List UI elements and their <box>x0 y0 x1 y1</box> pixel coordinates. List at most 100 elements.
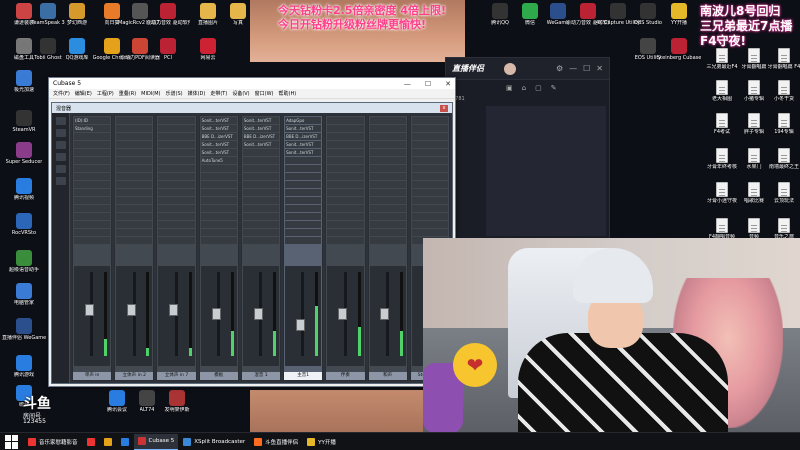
tool-icon[interactable]: ✎ <box>551 84 557 92</box>
insert-slot[interactable]: AutoTune5 <box>200 157 237 164</box>
mixer-tool-button[interactable] <box>55 177 66 185</box>
send-slot[interactable] <box>200 165 237 172</box>
send-slot[interactable] <box>369 213 406 220</box>
insert-slot[interactable] <box>116 157 153 164</box>
desktop-left-icon-5[interactable]: 原动力音效 驱动软件 <box>146 3 190 26</box>
insert-slot[interactable] <box>411 117 448 124</box>
send-slot[interactable] <box>74 229 111 236</box>
send-slot[interactable] <box>74 197 111 204</box>
avatar[interactable] <box>504 62 516 75</box>
menu-item-1[interactable]: 编辑(E) <box>75 90 92 97</box>
broadcaster-titlebar[interactable]: 直播伴侣 ⚙ — ☐ ✕ <box>446 58 609 80</box>
minimize-icon[interactable]: — <box>569 64 577 73</box>
send-slot[interactable] <box>411 165 448 172</box>
send-slot[interactable] <box>327 181 364 188</box>
menu-item-8[interactable]: 设备(V) <box>232 90 249 97</box>
insert-slot[interactable] <box>327 157 364 164</box>
close-button[interactable]: ✕ <box>445 80 451 88</box>
insert-slot[interactable] <box>327 141 364 148</box>
send-slot[interactable] <box>200 173 237 180</box>
desktop-left-icon-16[interactable]: SteamVR <box>2 110 46 133</box>
send-slot[interactable] <box>369 181 406 188</box>
desktop-left-icon-17[interactable]: Super Seducer <box>2 142 46 165</box>
channel-name[interactable]: 立体声 in 2 <box>115 372 154 380</box>
tool-icon[interactable]: ⌂ <box>522 84 526 92</box>
send-slot[interactable] <box>327 189 364 196</box>
taskbar-item-0[interactable]: 音乐家慰藉影音 <box>24 434 82 450</box>
send-slot[interactable] <box>116 165 153 172</box>
send-slot[interactable] <box>74 181 111 188</box>
send-slot[interactable] <box>411 173 448 180</box>
desktop-left-icon-22[interactable]: 直播伴侣 WeGame <box>2 318 46 341</box>
insert-slot[interactable]: Sonit...terVST <box>285 125 322 132</box>
insert-slot[interactable] <box>327 125 364 132</box>
insert-slot[interactable]: Sonit...terVST <box>200 149 237 156</box>
send-slot[interactable] <box>74 221 111 228</box>
send-slot[interactable] <box>242 229 280 236</box>
desktop-left-icon-20[interactable]: 超级语音助手 <box>2 250 46 273</box>
insert-slot[interactable]: (ID):ID <box>74 117 111 124</box>
send-slot[interactable] <box>285 229 322 236</box>
mixer-channel-strip[interactable]: AdapGpo Sonit...terVST BBE D...izerVST Soni… <box>283 115 324 381</box>
tool-icon[interactable]: ▢ <box>535 84 542 92</box>
minimize-button[interactable]: — <box>404 80 411 88</box>
send-slot[interactable] <box>242 213 280 220</box>
mixer-window[interactable]: 混音器 x (ID):ID Standing 单声 in 立体声 in 2 立体声 in… <box>51 102 453 384</box>
insert-slot[interactable]: Sonit...terVST <box>285 141 322 148</box>
desktop-right-icon-8[interactable]: Steinberg Cubase 5 <box>657 38 701 61</box>
send-slot[interactable] <box>285 173 322 180</box>
insert-slot[interactable]: Standing <box>74 125 111 132</box>
mixer-tool-button[interactable] <box>55 117 66 125</box>
mixer-titlebar[interactable]: 混音器 x <box>52 103 452 113</box>
insert-slot[interactable] <box>327 133 364 140</box>
insert-slot[interactable] <box>411 149 448 156</box>
insert-slot[interactable]: AdapGpo <box>285 117 322 124</box>
maximize-button[interactable]: ☐ <box>425 80 431 88</box>
send-slot[interactable] <box>74 237 111 244</box>
channel-name[interactable]: 立体声 in 7 <box>157 372 196 380</box>
mixer-close-button[interactable]: x <box>440 104 448 112</box>
insert-slot[interactable]: Sonit...terVST <box>200 117 237 124</box>
insert-slot[interactable] <box>116 149 153 156</box>
desktop-left-icon-15[interactable]: 极光加速 <box>2 70 46 93</box>
desktop-right-icon-6[interactable]: YY开播 <box>657 3 701 26</box>
send-slot[interactable] <box>74 205 111 212</box>
send-slot[interactable] <box>158 165 195 172</box>
insert-slot[interactable] <box>369 117 406 124</box>
send-slot[interactable] <box>158 173 195 180</box>
channel-name[interactable]: 主音1 <box>284 372 323 380</box>
volume-fader[interactable] <box>84 304 94 317</box>
send-slot[interactable] <box>285 165 322 172</box>
insert-slot[interactable] <box>158 149 195 156</box>
channel-name[interactable]: 模板 <box>199 372 238 380</box>
insert-slot[interactable] <box>369 125 406 132</box>
insert-slot[interactable] <box>74 133 111 140</box>
cubase-window[interactable]: Cubase 5 — ☐ ✕ 文件(F) 编辑(E) 工程(P) 重叠(R) MIDI(… <box>48 77 456 387</box>
send-slot[interactable] <box>327 213 364 220</box>
menu-item-0[interactable]: 文件(F) <box>53 90 70 97</box>
volume-fader[interactable] <box>338 308 348 320</box>
channel-name[interactable]: 伴奏 <box>326 372 365 380</box>
send-slot[interactable] <box>200 181 237 188</box>
insert-slot[interactable]: Sonit...terVST <box>242 117 280 124</box>
insert-slot[interactable] <box>74 141 111 148</box>
send-slot[interactable] <box>327 229 364 236</box>
insert-slot[interactable] <box>116 133 153 140</box>
send-slot[interactable] <box>74 165 111 172</box>
insert-slot[interactable] <box>158 141 195 148</box>
channel-name[interactable]: 混音 1 <box>241 372 281 380</box>
mixer-tool-button[interactable] <box>55 153 66 161</box>
send-slot[interactable] <box>327 165 364 172</box>
insert-slot[interactable] <box>369 141 406 148</box>
send-slot[interactable] <box>158 197 195 204</box>
send-slot[interactable] <box>158 229 195 236</box>
menu-item-9[interactable]: 窗口(W) <box>255 90 274 97</box>
taskbar-item-5[interactable]: XSplit Broadcaster <box>179 434 249 450</box>
send-slot[interactable] <box>369 173 406 180</box>
send-slot[interactable] <box>200 221 237 228</box>
desktop-doc-11[interactable]: 南墙最终之王 <box>762 148 800 170</box>
send-slot[interactable] <box>242 181 280 188</box>
send-slot[interactable] <box>242 197 280 204</box>
mixer-tool-button[interactable] <box>55 141 66 149</box>
menu-item-5[interactable]: 乐谱(S) <box>166 90 183 97</box>
